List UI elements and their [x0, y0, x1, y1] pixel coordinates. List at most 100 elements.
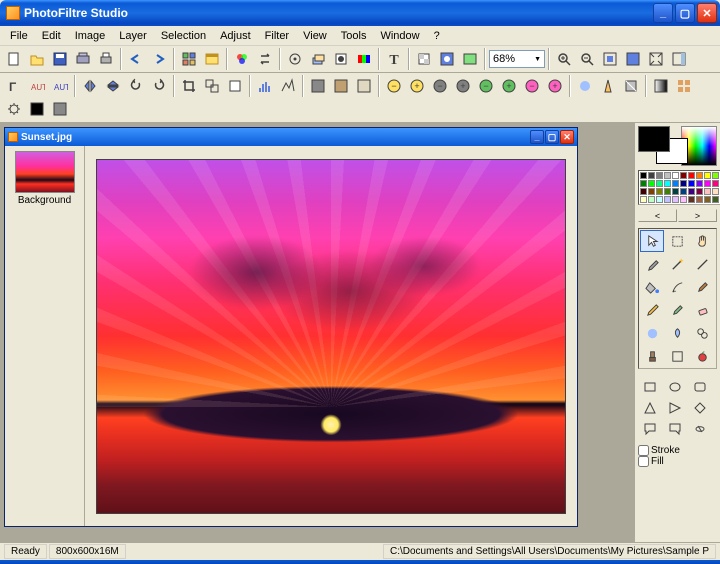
tool-blur[interactable] [640, 322, 664, 344]
fill-checkbox[interactable]: Fill [638, 456, 717, 467]
palette-swatch[interactable] [712, 188, 719, 195]
text-left-button[interactable]: Γ [3, 75, 25, 97]
tool-marquee[interactable] [665, 230, 689, 252]
rot-ccw-button[interactable] [125, 75, 147, 97]
doc-maximize-button[interactable]: ▢ [545, 130, 559, 144]
tool-hand[interactable] [690, 230, 714, 252]
tool-shape[interactable] [665, 345, 689, 367]
palette-swatch[interactable] [712, 172, 719, 179]
shape-speech-l[interactable] [638, 419, 662, 439]
new-button[interactable] [3, 48, 25, 70]
canvas-button[interactable] [224, 75, 246, 97]
shape-diamond[interactable] [688, 398, 712, 418]
tool-clone[interactable] [690, 322, 714, 344]
undo-button[interactable] [125, 48, 147, 70]
blur-button[interactable] [574, 75, 596, 97]
menu-filter[interactable]: Filter [259, 28, 295, 44]
menu-selection[interactable]: Selection [155, 28, 212, 44]
palette-swatch[interactable] [680, 188, 687, 195]
palette-swatch[interactable] [680, 196, 687, 203]
sharpen-button[interactable] [597, 75, 619, 97]
stroke-checkbox[interactable]: Stroke [638, 445, 717, 456]
palette-swatch[interactable] [664, 196, 671, 203]
shape-triangle-r[interactable] [663, 398, 687, 418]
open-button[interactable] [26, 48, 48, 70]
contrast-plus-button[interactable]: + [452, 75, 474, 97]
shape-rect[interactable] [638, 377, 662, 397]
palette-swatch[interactable] [664, 172, 671, 179]
flip-h-button[interactable] [79, 75, 101, 97]
sepia-button[interactable] [330, 75, 352, 97]
menu-view[interactable]: View [297, 28, 333, 44]
crop-button[interactable] [178, 75, 200, 97]
palette-swatch[interactable] [680, 180, 687, 187]
tool-eraser[interactable] [690, 299, 714, 321]
gamma-minus-button[interactable]: − [475, 75, 497, 97]
palette-swatch[interactable] [640, 188, 647, 195]
doc-minimize-button[interactable]: _ [530, 130, 544, 144]
tile-button[interactable] [673, 75, 695, 97]
palette-swatch[interactable] [656, 188, 663, 195]
palette-swatch[interactable] [712, 180, 719, 187]
redo-button[interactable] [148, 48, 170, 70]
color-picker-button[interactable] [26, 98, 48, 120]
toggle-panel-button[interactable] [668, 48, 690, 70]
palette-swatch[interactable] [696, 172, 703, 179]
rot-cw-button[interactable] [148, 75, 170, 97]
levels-button[interactable] [277, 75, 299, 97]
palette-swatch[interactable] [640, 196, 647, 203]
fullscreen-button[interactable] [645, 48, 667, 70]
options-button[interactable] [284, 48, 306, 70]
auto2-button[interactable]: AUTO [49, 75, 71, 97]
palette-swatch[interactable] [672, 188, 679, 195]
close-button[interactable]: ✕ [697, 3, 717, 23]
tool-adv-brush[interactable] [665, 299, 689, 321]
full-button[interactable] [622, 48, 644, 70]
tool-eyedropper[interactable] [640, 253, 664, 275]
menu-layer[interactable]: Layer [113, 28, 153, 44]
maximize-button[interactable]: ▢ [675, 3, 695, 23]
palette-swatch[interactable] [672, 196, 679, 203]
palette-swatch[interactable] [656, 196, 663, 203]
tool-wand[interactable] [665, 253, 689, 275]
zoom-combo[interactable]: 68%▼ [489, 50, 545, 68]
tool-brush[interactable] [690, 276, 714, 298]
color-swatches[interactable] [638, 126, 679, 166]
doc-close-button[interactable]: ✕ [560, 130, 574, 144]
transparent-button[interactable] [413, 48, 435, 70]
old-button[interactable] [353, 75, 375, 97]
palette-swatch[interactable] [648, 188, 655, 195]
palette-swatch[interactable] [640, 172, 647, 179]
menu-tools[interactable]: Tools [335, 28, 373, 44]
layers-button[interactable] [307, 48, 329, 70]
save-button[interactable] [49, 48, 71, 70]
mask-button[interactable] [330, 48, 352, 70]
palette-next-button[interactable]: > [678, 209, 717, 222]
twain-button[interactable] [72, 48, 94, 70]
tool-smudge[interactable] [665, 322, 689, 344]
palette-swatch[interactable] [656, 172, 663, 179]
grayscale-button[interactable] [307, 75, 329, 97]
sat-plus-button[interactable]: + [544, 75, 566, 97]
minimize-button[interactable]: _ [653, 3, 673, 23]
tool-bucket[interactable] [640, 276, 664, 298]
layer-thumbnail[interactable] [15, 151, 75, 193]
zoom-out-button[interactable] [576, 48, 598, 70]
sat-minus-button[interactable]: − [521, 75, 543, 97]
foreground-color[interactable] [638, 126, 670, 152]
shape-rrect[interactable] [688, 377, 712, 397]
zoom-in-button[interactable] [553, 48, 575, 70]
auto1-button[interactable]: AUTO [26, 75, 48, 97]
document-title-bar[interactable]: Sunset.jpg _ ▢ ✕ [5, 128, 577, 146]
histogram-button[interactable] [254, 75, 276, 97]
palette-swatch[interactable] [688, 188, 695, 195]
relief-button[interactable] [620, 75, 642, 97]
palette-swatch[interactable] [672, 180, 679, 187]
palette-swatch[interactable] [688, 180, 695, 187]
menu-window[interactable]: Window [374, 28, 425, 44]
tool-stamp[interactable] [640, 345, 664, 367]
shape-speech-r[interactable] [663, 419, 687, 439]
palette-swatch[interactable] [672, 172, 679, 179]
palette-swatch[interactable] [640, 180, 647, 187]
auto-transp-button[interactable] [436, 48, 458, 70]
